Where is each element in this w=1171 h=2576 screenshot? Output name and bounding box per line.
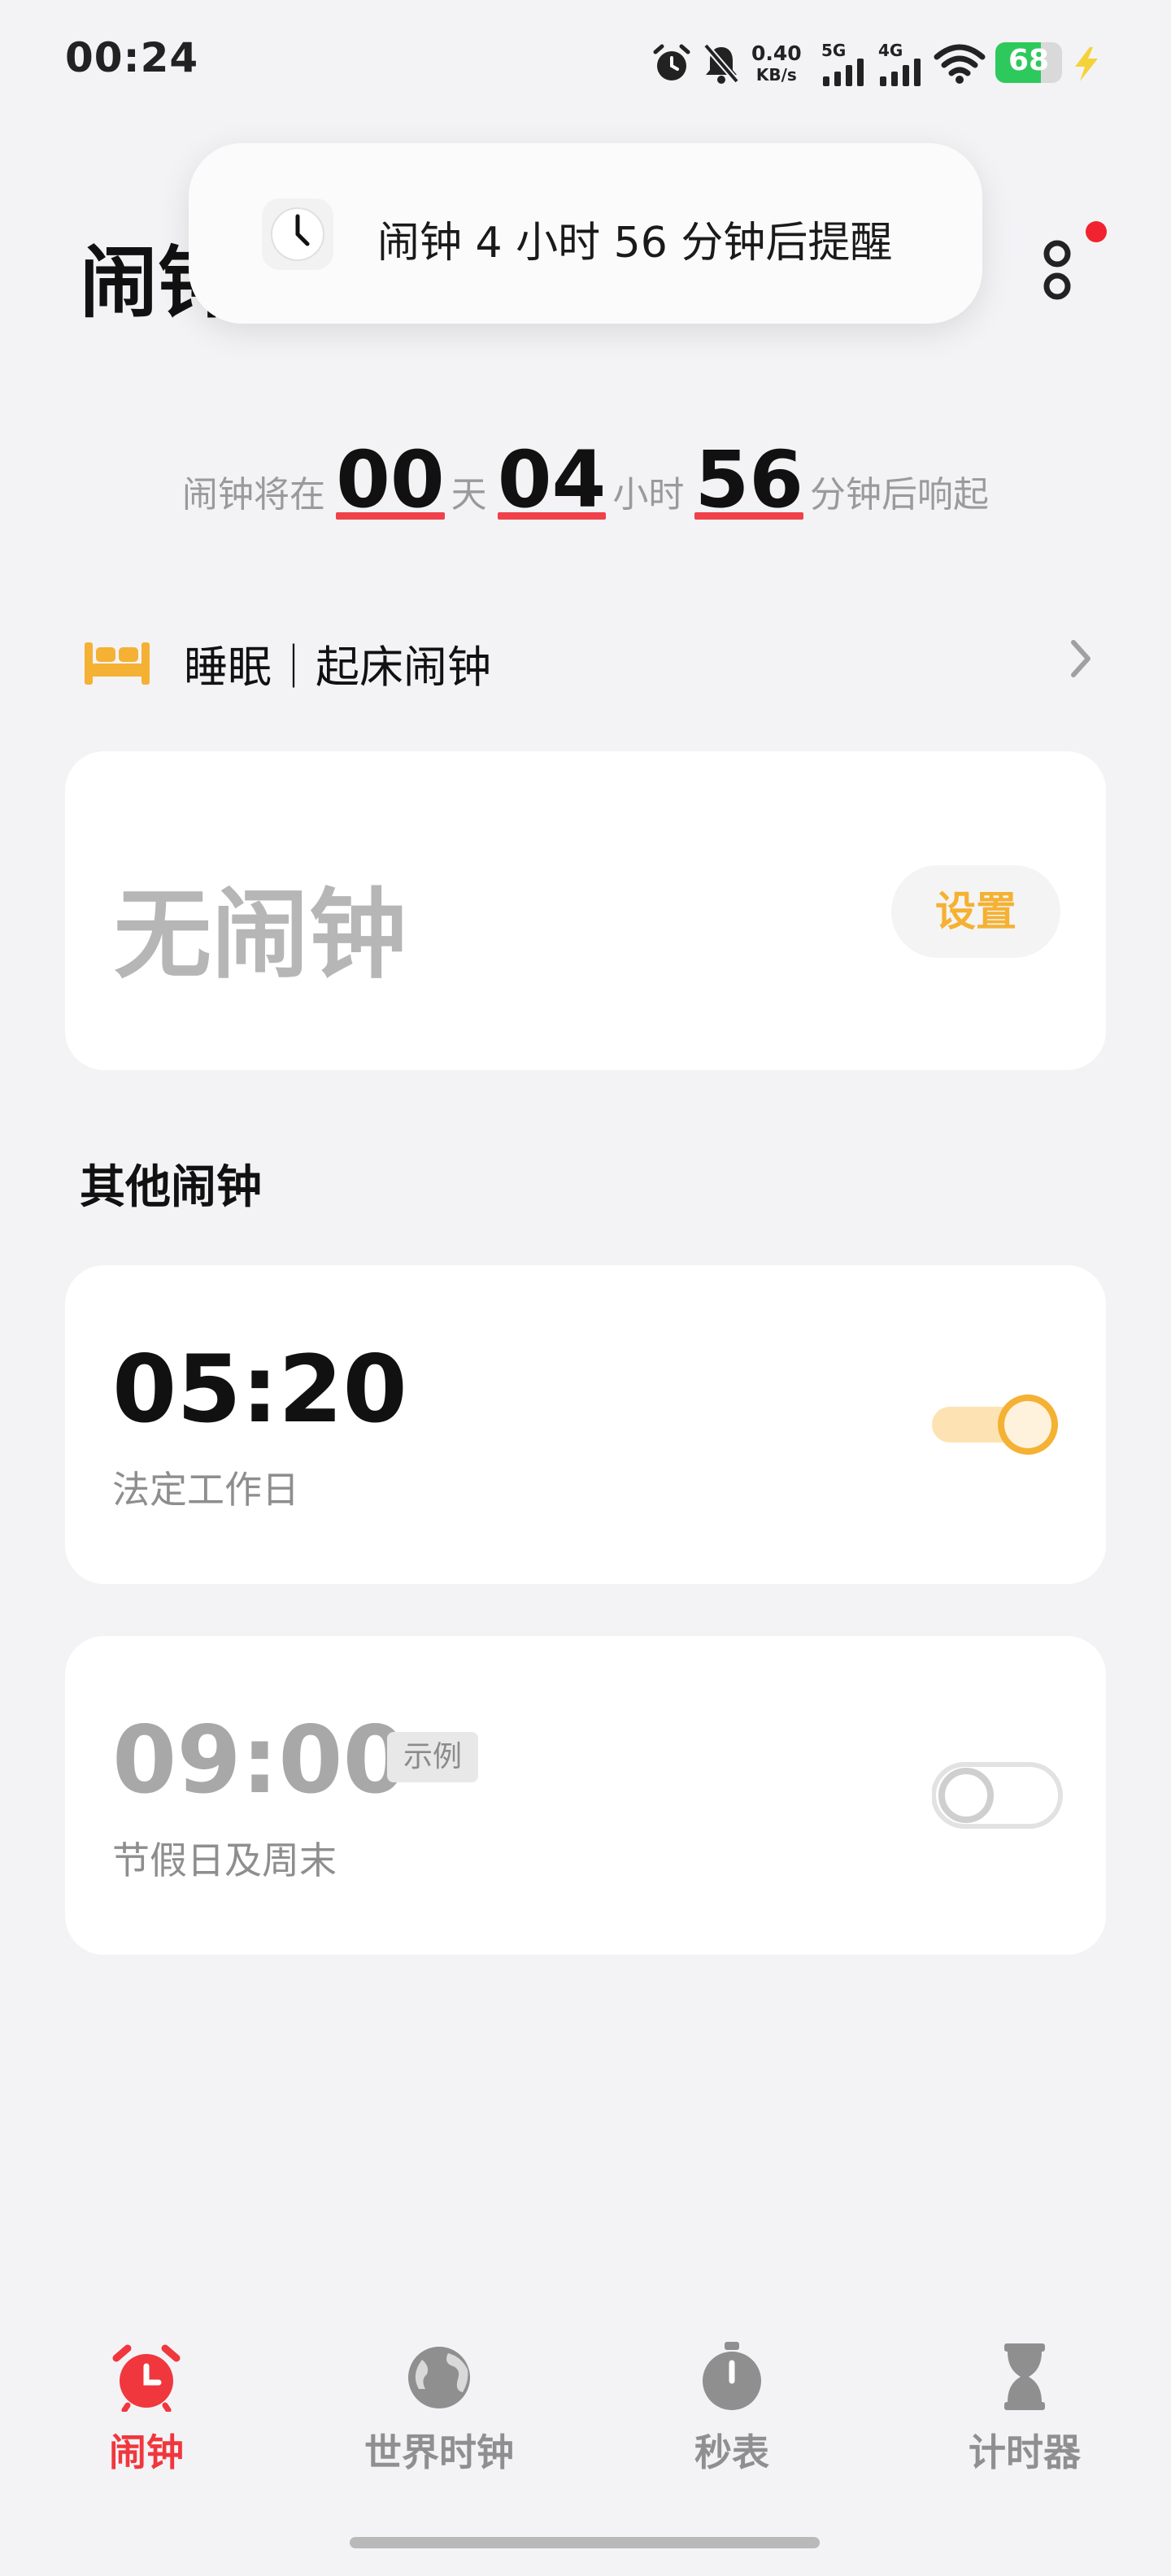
countdown-hours-unit: 小时 [612, 474, 685, 516]
countdown-suffix: 分钟后响起 [810, 474, 990, 516]
nav-stopwatch[interactable]: 秒表 [634, 2342, 829, 2477]
alarm-toast: 闹钟 4 小时 56 分钟后提醒 [189, 143, 982, 324]
next-alarm-countdown: 闹钟将在 00 天 04 小时 56 分钟后响起 [0, 435, 1171, 524]
signal-bars-icon [823, 59, 864, 86]
speed-value: 0.40 [751, 41, 802, 65]
countdown-days-unit: 天 [451, 474, 487, 516]
wifi-icon [934, 44, 986, 84]
hourglass-icon [1004, 2343, 1045, 2410]
stopwatch-icon [703, 2342, 761, 2410]
no-alarm-text: 无闹钟 [114, 879, 407, 992]
alarm-time: 05:20 [112, 1335, 407, 1443]
countdown-minutes: 56 [694, 434, 804, 525]
alarm-card[interactable]: 05:20 法定工作日 [65, 1265, 1106, 1584]
clock-app-icon [262, 198, 333, 270]
signal-5g-label: 5G [821, 41, 847, 60]
other-alarms-title: 其他闹钟 [80, 1161, 262, 1214]
countdown-hours: 04 [497, 434, 607, 525]
set-button[interactable]: 设置 [891, 865, 1060, 958]
battery-level: 68 [1008, 44, 1050, 77]
network-speed: 0.40 KB/s [751, 42, 802, 86]
nav-timer[interactable]: 计时器 [927, 2342, 1122, 2477]
alarm-repeat: 法定工作日 [112, 1468, 299, 1512]
nav-stopwatch-label: 秒表 [694, 2430, 769, 2474]
status-time: 00:24 [65, 34, 199, 81]
nav-alarm[interactable]: 闹钟 [49, 2342, 244, 2477]
signal-bars-icon [880, 59, 921, 86]
globe-icon [408, 2347, 470, 2408]
countdown-days: 00 [336, 434, 445, 525]
toast-message: 闹钟 4 小时 56 分钟后提醒 [377, 219, 893, 268]
nav-timer-label: 计时器 [969, 2430, 1081, 2474]
battery-indicator: 68 [995, 42, 1062, 83]
alarm-status-icon [653, 44, 690, 80]
mute-bell-icon [703, 43, 740, 84]
sleep-alarm-card: 无闹钟 设置 [65, 751, 1106, 1070]
bed-icon [85, 642, 150, 685]
alarm-repeat: 节假日及周末 [112, 1838, 337, 1882]
alarm-toggle-off[interactable] [932, 1761, 1064, 1830]
nav-world-clock[interactable]: 世界时钟 [342, 2342, 537, 2477]
chevron-right-icon[interactable] [1065, 634, 1098, 683]
nav-alarm-label: 闹钟 [109, 2430, 184, 2474]
nav-world-clock-label: 世界时钟 [364, 2430, 514, 2474]
signal-4g-label: 4G [878, 41, 903, 60]
home-indicator[interactable] [350, 2537, 820, 2548]
example-badge: 示例 [387, 1732, 478, 1782]
sleep-wake-alarm-label[interactable]: 睡眠｜起床闹钟 [184, 631, 491, 695]
more-menu-icon[interactable] [1033, 236, 1082, 309]
notification-dot [1086, 221, 1107, 242]
charging-bolt-icon [1075, 47, 1098, 81]
alarm-toggle-on[interactable] [932, 1390, 1064, 1459]
speed-unit: KB/s [755, 65, 797, 85]
alarm-time: 09:00 [112, 1706, 407, 1814]
alarm-clock-icon [112, 2344, 181, 2413]
alarm-card[interactable]: 09:00 示例 节假日及周末 [65, 1636, 1106, 1955]
countdown-prefix: 闹钟将在 [181, 474, 325, 516]
